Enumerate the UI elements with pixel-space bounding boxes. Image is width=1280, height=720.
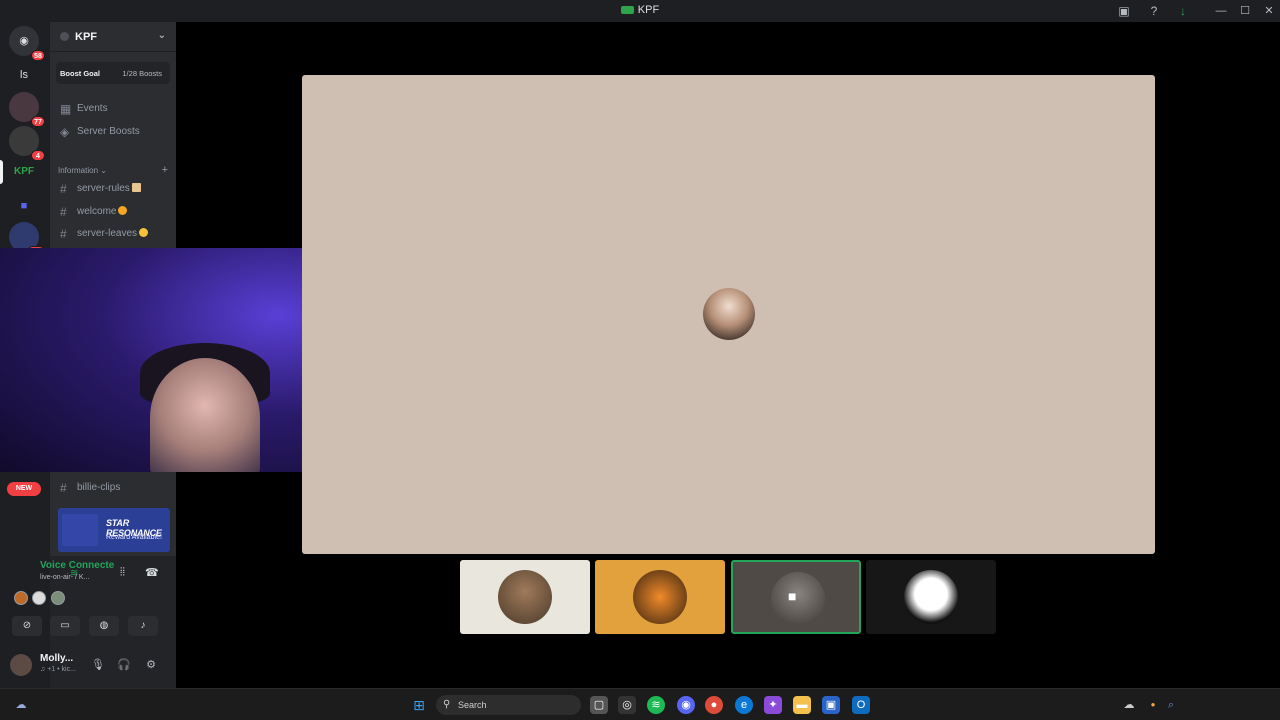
- system-tray-icon[interactable]: ⌕: [1162, 696, 1180, 714]
- app-icon[interactable]: ◎: [618, 696, 636, 714]
- settings-gear-icon[interactable]: ⚙: [143, 657, 159, 673]
- boost-icon: ◈: [60, 125, 70, 139]
- hash-icon: #: [60, 205, 67, 219]
- category-information[interactable]: Information ⌄ +: [58, 164, 170, 176]
- voice-participant-avatar[interactable]: [14, 591, 28, 605]
- voice-connected-label[interactable]: Voice Connecte: [40, 560, 114, 571]
- task-view-icon[interactable]: ▢: [590, 696, 608, 714]
- hash-icon: #: [60, 182, 67, 196]
- search-icon: ⚲: [443, 699, 451, 710]
- participant-avatar: [904, 570, 958, 624]
- guild-avatar-sx[interactable]: 4: [9, 126, 45, 161]
- chevron-down-icon: ⌄: [157, 30, 166, 41]
- boost-goal[interactable]: Boost Goal 1/28 Boosts: [56, 62, 170, 84]
- speaker-avatar[interactable]: [703, 288, 755, 340]
- voice-participant-avatar[interactable]: [32, 591, 46, 605]
- screen-share-button[interactable]: ▭: [50, 616, 80, 636]
- scroll-emoji: [131, 183, 141, 192]
- title-bar: KPF ▣ ? ↓ — ☐ ✕: [0, 0, 1280, 22]
- guild-avatar-a[interactable]: 77: [9, 92, 45, 127]
- participant-tile[interactable]: [866, 560, 996, 634]
- promo-image: [62, 514, 98, 546]
- voice-stage[interactable]: [302, 75, 1155, 554]
- disconnect-icon[interactable]: ☎: [145, 566, 159, 579]
- channel-welcome[interactable]: # welcome: [58, 202, 170, 222]
- participant-avatar: [498, 570, 552, 624]
- calendar-icon: ▦: [60, 102, 72, 116]
- guild-kpf[interactable]: KPF: [9, 157, 39, 187]
- activity-button[interactable]: ◍: [89, 616, 119, 636]
- voice-panel: ≋ Voice Connecte Voice Connecte live-on-…: [12, 556, 176, 648]
- discord-icon[interactable]: ◉: [677, 696, 695, 714]
- hug-emoji: [118, 206, 128, 215]
- channel-billie-clips[interactable]: # billie-clips: [58, 478, 170, 498]
- spotify-icon[interactable]: ≋: [647, 696, 665, 714]
- headphones-icon[interactable]: 🎧: [116, 657, 132, 673]
- webcam-person: [150, 358, 260, 472]
- store-icon[interactable]: ▣: [822, 696, 840, 714]
- mic-icon[interactable]: 🎙: [90, 657, 106, 673]
- camera-off-button[interactable]: ⊘: [12, 616, 42, 636]
- active-guild-indicator: [0, 160, 3, 184]
- camera-icon: ■: [788, 588, 797, 604]
- kpf-logo-icon: [620, 6, 634, 15]
- boost-count: 1/28 Boosts: [122, 69, 162, 78]
- search-input[interactable]: ⚲ Search: [436, 695, 581, 715]
- username[interactable]: Molly...: [40, 653, 73, 664]
- home-button[interactable]: ◉ 58: [9, 26, 45, 61]
- participant-tile[interactable]: [460, 560, 590, 634]
- participant-avatar: [633, 570, 687, 624]
- cloud-icon[interactable]: ☁: [1120, 696, 1138, 714]
- edge-icon[interactable]: e: [735, 696, 753, 714]
- add-channel-icon[interactable]: +: [162, 164, 168, 176]
- user-panel: Molly... ♫ +1 • kic... 🎙 🎧 ⚙: [10, 648, 176, 688]
- channel-server-rules[interactable]: # server-rules: [58, 179, 170, 199]
- inbox-icon[interactable]: ▣: [1116, 3, 1132, 19]
- notification-dot-icon[interactable]: ●: [1144, 696, 1162, 714]
- copilot-icon[interactable]: ✦: [764, 696, 782, 714]
- server-header[interactable]: KPF ⌄: [50, 22, 176, 52]
- window-title: KPF: [0, 4, 1280, 16]
- guild-ls[interactable]: ls: [9, 60, 39, 90]
- file-explorer-icon[interactable]: ▬: [793, 696, 811, 714]
- help-icon[interactable]: ?: [1146, 3, 1162, 19]
- participant-tile[interactable]: [595, 560, 725, 634]
- server-boosts-item[interactable]: ◈ Server Boosts: [58, 122, 170, 142]
- hash-icon: #: [60, 481, 67, 495]
- voice-channel-name[interactable]: live-on-air- / K...: [40, 574, 89, 581]
- minimize-button[interactable]: —: [1211, 2, 1231, 20]
- soundboard-button[interactable]: ♪: [128, 616, 158, 636]
- hash-icon: #: [60, 227, 67, 241]
- server-icon: [60, 32, 69, 41]
- noise-suppression-icon[interactable]: ⦙⦙: [120, 566, 125, 579]
- taskbar: ☁ ⊞ ⚲ Search ▢ ◎ ≋ ◉ ● e ✦ ▬ ▣ O ☁ ● ⌕: [0, 688, 1280, 720]
- outlook-icon[interactable]: O: [852, 696, 870, 714]
- promo-card[interactable]: STAR RESONANCE Reward Available!: [58, 508, 170, 552]
- events-item[interactable]: ▦ Events: [58, 99, 170, 119]
- windows-start-icon[interactable]: ⊞: [410, 696, 428, 714]
- maximize-button[interactable]: ☐: [1235, 2, 1255, 20]
- participant-avatar: [771, 572, 825, 626]
- channel-server-leaves[interactable]: # server-leaves: [58, 224, 170, 244]
- new-badge[interactable]: NEW: [7, 482, 41, 496]
- weather-icon[interactable]: ☁: [12, 696, 30, 714]
- avatar[interactable]: [10, 654, 32, 676]
- promo-subtitle: Reward Available!: [106, 534, 162, 541]
- voice-participant-avatar[interactable]: [51, 591, 65, 605]
- chrome-icon[interactable]: ●: [705, 696, 723, 714]
- guild-folder-icon[interactable]: ■: [9, 191, 39, 221]
- participant-tile-active[interactable]: ■: [731, 560, 861, 634]
- face-emoji: [139, 228, 149, 237]
- user-status: ♫ +1 • kic...: [40, 666, 76, 673]
- close-button[interactable]: ✕: [1259, 2, 1279, 20]
- download-icon[interactable]: ↓: [1175, 3, 1191, 19]
